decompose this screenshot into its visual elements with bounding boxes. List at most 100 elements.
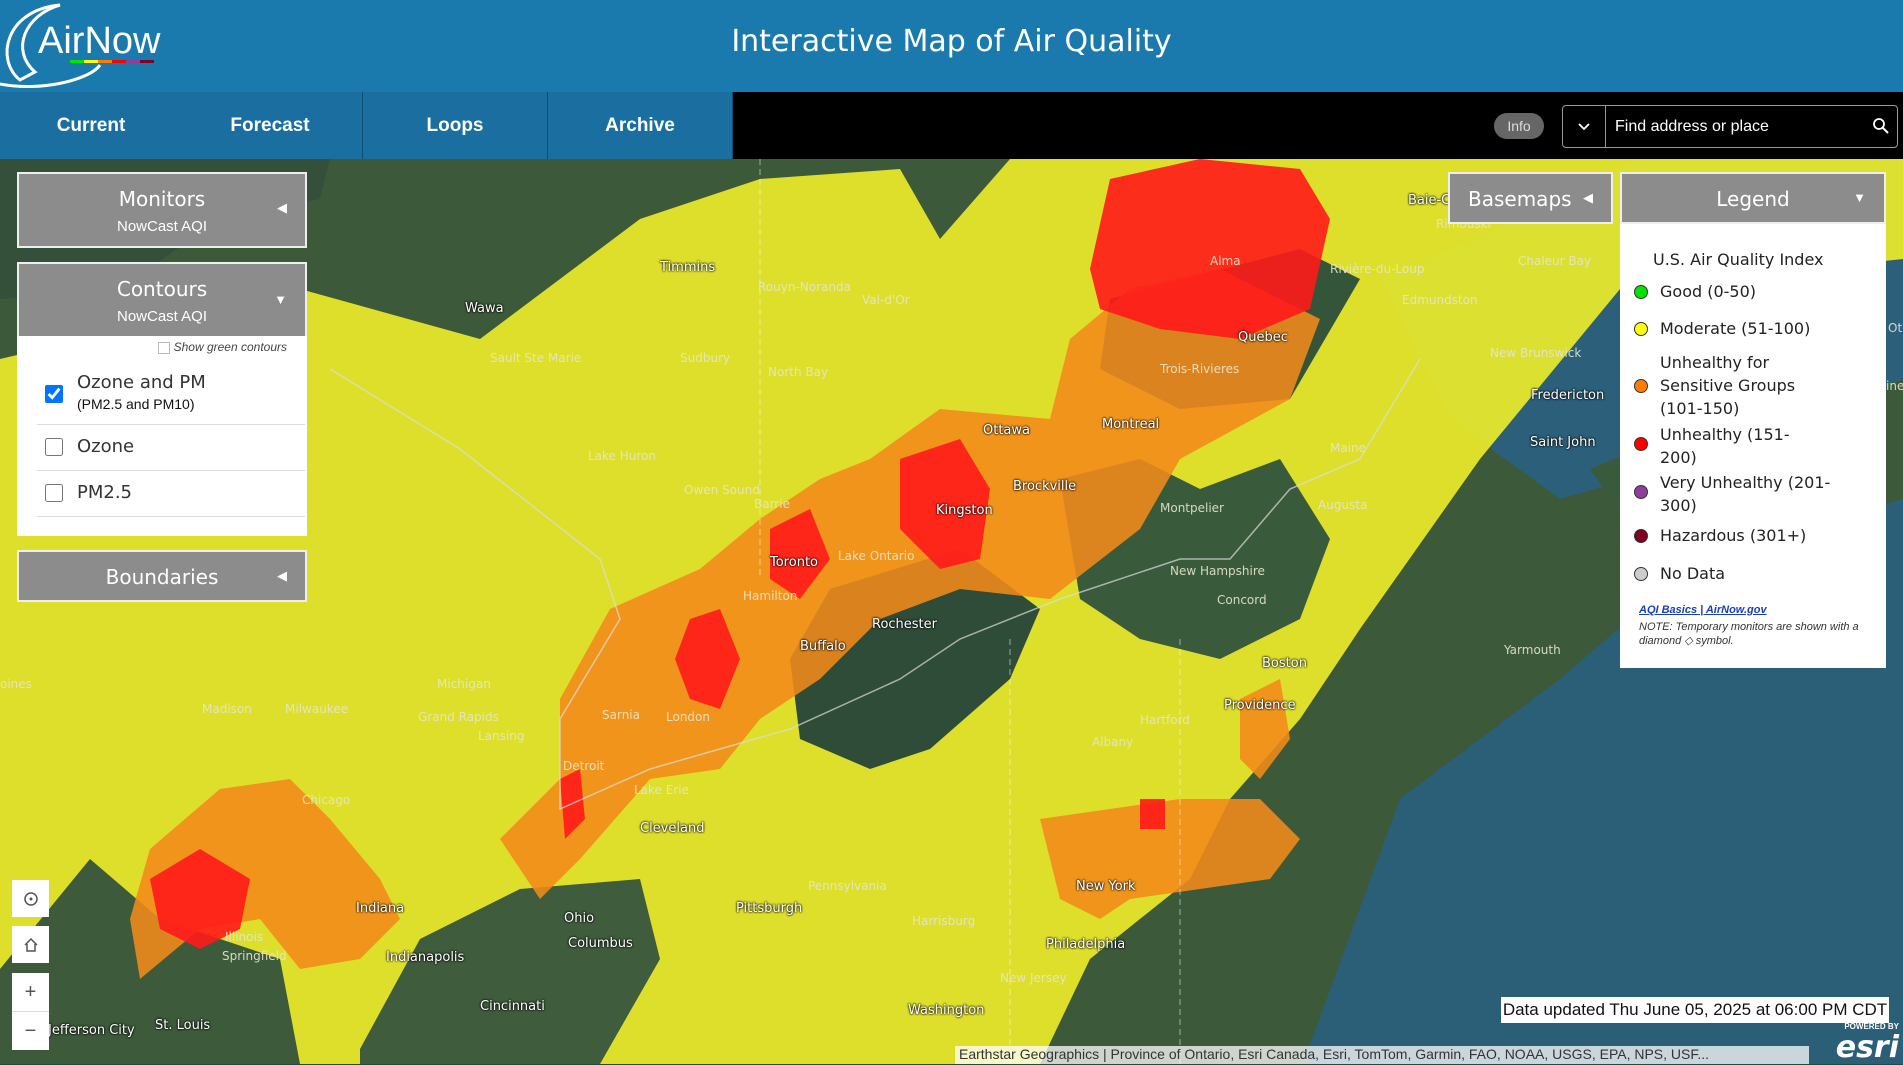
search-source-dropdown[interactable] xyxy=(1563,106,1606,147)
city-label: New York xyxy=(1076,879,1136,894)
city-label: Montpelier xyxy=(1160,501,1224,515)
city-label: ine xyxy=(1886,379,1903,393)
city-label: Illinois xyxy=(225,930,264,944)
tab-current[interactable]: Current xyxy=(0,92,183,159)
city-label: New Jersey xyxy=(1000,971,1067,985)
legend-label: Hazardous (301+) xyxy=(1660,526,1807,545)
city-label: Chaleur Bay xyxy=(1518,254,1592,268)
city-label: Cleveland xyxy=(640,821,705,836)
city-label: Lansing xyxy=(478,729,525,743)
option-label: PM2.5 xyxy=(77,482,133,503)
city-label: Lake Erie xyxy=(634,783,689,797)
city-label: Val-d'Or xyxy=(862,293,910,307)
home-icon xyxy=(23,937,38,952)
page-title: Interactive Map of Air Quality xyxy=(731,24,1172,59)
city-label: Grand Rapids xyxy=(418,710,499,724)
show-green-toggle[interactable]: Show green contours xyxy=(157,340,287,354)
collapse-left-icon: ◀ xyxy=(1583,190,1593,205)
locate-icon xyxy=(23,891,38,906)
search-icon[interactable] xyxy=(1871,116,1891,136)
legend-note: NOTE: Temporary monitors are shown with … xyxy=(1639,621,1859,647)
boundaries-panel-header[interactable]: Boundaries ◀ xyxy=(17,550,307,602)
city-label: Michigan xyxy=(437,677,491,691)
city-label: Pennsylvania xyxy=(808,879,887,893)
esri-wordmark: esri xyxy=(1835,1030,1899,1065)
search-input[interactable] xyxy=(1607,106,1868,147)
map-attribution: Earthstar Geographics | Province of Onta… xyxy=(955,1046,1809,1064)
city-label: Augusta xyxy=(1318,498,1368,512)
city-label: Indianapolis xyxy=(386,950,465,965)
city-label: Lake Ontario xyxy=(838,549,915,563)
city-label: Trois-Rivieres xyxy=(1160,362,1240,376)
city-label: Timmins xyxy=(660,260,716,275)
option-ozone-pm[interactable]: Ozone and PM (PM2.5 and PM10) xyxy=(37,358,305,425)
locate-button[interactable] xyxy=(12,880,49,917)
tab-archive[interactable]: Archive xyxy=(548,92,733,159)
option-label: Ozone and PM xyxy=(77,372,206,393)
legend-dot-icon xyxy=(1634,322,1648,336)
city-label: Maine xyxy=(1330,441,1367,455)
contours-panel-body: Show green contours Ozone and PM (PM2.5 … xyxy=(17,336,307,536)
tab-loops[interactable]: Loops xyxy=(363,92,548,159)
city-label: Montreal xyxy=(1102,417,1160,432)
zoom-in-button[interactable]: + xyxy=(12,973,49,1012)
city-label: Philadelphia xyxy=(1046,937,1126,952)
city-label: London xyxy=(666,710,710,724)
contours-panel-header[interactable]: Contours NowCast AQI ▼ xyxy=(17,262,307,338)
monitors-panel-header[interactable]: Monitors NowCast AQI ◀ xyxy=(17,172,307,248)
plus-icon: + xyxy=(24,980,37,1003)
home-button[interactable] xyxy=(12,926,49,963)
city-label: Columbus xyxy=(568,936,633,951)
city-label: Ottawa xyxy=(983,423,1030,438)
zoom-out-button[interactable]: − xyxy=(12,1012,49,1050)
checkbox-ozone[interactable] xyxy=(45,438,63,456)
chevron-down-icon xyxy=(1578,122,1590,130)
show-green-label: Show green contours xyxy=(173,340,287,354)
city-label: Detroit xyxy=(563,759,605,773)
info-button[interactable]: Info xyxy=(1494,113,1544,139)
tab-forecast[interactable]: Forecast xyxy=(178,92,363,159)
monitors-subtitle: NowCast AQI xyxy=(116,218,208,235)
city-label: Pittsburgh xyxy=(736,901,803,916)
search-box xyxy=(1562,105,1898,148)
city-label: Sudbury xyxy=(680,351,731,365)
aqi-basics-link[interactable]: AQI Basics | AirNow.gov xyxy=(1639,604,1767,616)
legend-item-good: Good (0-50) xyxy=(1634,280,1860,303)
city-label: Owen Sound xyxy=(684,483,760,497)
basemaps-panel-header[interactable]: Basemaps ◀ xyxy=(1448,172,1613,224)
legend-panel-header[interactable]: Legend ▼ xyxy=(1620,172,1886,224)
collapse-left-icon: ◀ xyxy=(277,200,287,215)
city-label: Lake Huron xyxy=(588,449,657,463)
option-ozone[interactable]: Ozone xyxy=(37,424,305,471)
legend-dot-icon xyxy=(1634,437,1648,451)
legend-item-very-unhealthy: Very Unhealthy (201-300) xyxy=(1634,471,1835,517)
contours-subtitle: NowCast AQI xyxy=(116,308,208,325)
option-pm25[interactable]: PM2.5 xyxy=(37,470,305,517)
expand-down-icon: ▼ xyxy=(274,292,287,307)
city-label: New Brunswick xyxy=(1490,346,1582,360)
show-green-checkbox[interactable] xyxy=(157,341,170,354)
city-label: Cincinnati xyxy=(480,999,545,1014)
boundaries-title: Boundaries xyxy=(105,565,219,589)
city-label: Saint John xyxy=(1530,435,1596,450)
city-label: Rouyn-Noranda xyxy=(758,280,851,294)
checkbox-ozone-pm[interactable] xyxy=(45,385,63,403)
legend-heading: U.S. Air Quality Index xyxy=(1653,250,1824,269)
collapse-left-icon: ◀ xyxy=(277,568,287,583)
city-label: Barrie xyxy=(754,497,790,511)
header-bar: AirNow Interactive Map of Air Quality xyxy=(0,0,1903,92)
city-label: Indiana xyxy=(356,901,405,916)
checkbox-pm25[interactable] xyxy=(45,484,63,502)
legend-item-unhealthy: Unhealthy (151-200) xyxy=(1634,423,1810,469)
city-label: oines xyxy=(0,677,32,691)
city-label: Yarmouth xyxy=(1504,643,1561,657)
city-label: Harrisburg xyxy=(912,914,976,928)
legend-panel-body: U.S. Air Quality Index Good (0-50) Moder… xyxy=(1620,224,1886,668)
expand-down-icon: ▼ xyxy=(1853,190,1866,205)
city-label: Fredericton xyxy=(1531,388,1605,403)
city-label: Sarnia xyxy=(602,708,640,722)
legend-label: Unhealthy (151-200) xyxy=(1660,425,1790,467)
legend-item-moderate: Moderate (51-100) xyxy=(1634,317,1860,340)
city-label: Edmundston xyxy=(1402,293,1478,307)
esri-logo[interactable]: POWERED BY esri xyxy=(1812,1020,1903,1065)
